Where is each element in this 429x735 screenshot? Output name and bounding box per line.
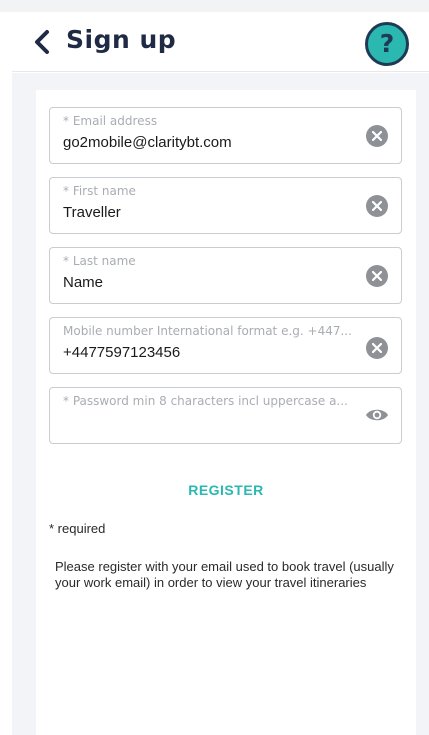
- email-label: * Email address: [63, 114, 158, 128]
- clear-icon: [372, 201, 382, 211]
- email-input[interactable]: [63, 134, 353, 151]
- clear-first-name-button[interactable]: [366, 195, 388, 217]
- last-name-label: * Last name: [63, 254, 136, 268]
- clear-icon: [372, 131, 382, 141]
- last-name-field[interactable]: * Last name: [49, 247, 402, 304]
- email-field[interactable]: * Email address: [49, 107, 402, 164]
- app-header: Sign up ?: [12, 12, 429, 72]
- mobile-label: Mobile number International format e.g. …: [63, 324, 352, 338]
- help-button[interactable]: ?: [365, 22, 409, 66]
- first-name-label: * First name: [63, 184, 136, 198]
- required-note: * required: [49, 521, 106, 536]
- mobile-field[interactable]: Mobile number International format e.g. …: [49, 317, 402, 374]
- status-strip: [0, 0, 429, 12]
- mobile-input[interactable]: [63, 344, 353, 361]
- password-field[interactable]: * Password min 8 characters incl upperca…: [49, 387, 402, 444]
- password-input[interactable]: [63, 414, 353, 431]
- clear-mobile-button[interactable]: [366, 337, 388, 359]
- clear-icon: [372, 343, 382, 353]
- register-button[interactable]: REGISTER: [36, 482, 416, 498]
- page-title: Sign up: [66, 25, 177, 54]
- clear-icon: [372, 271, 382, 281]
- toggle-password-button[interactable]: [365, 406, 389, 424]
- clear-email-button[interactable]: [366, 125, 388, 147]
- chevron-left-icon: [35, 30, 49, 54]
- info-text: Please register with your email used to …: [55, 559, 394, 590]
- clear-last-name-button[interactable]: [366, 265, 388, 287]
- eye-icon: [366, 409, 388, 421]
- first-name-field[interactable]: * First name: [49, 177, 402, 234]
- password-label: * Password min 8 characters incl upperca…: [63, 394, 348, 408]
- back-button[interactable]: [28, 27, 58, 57]
- first-name-input[interactable]: [63, 204, 353, 221]
- last-name-input[interactable]: [63, 274, 353, 291]
